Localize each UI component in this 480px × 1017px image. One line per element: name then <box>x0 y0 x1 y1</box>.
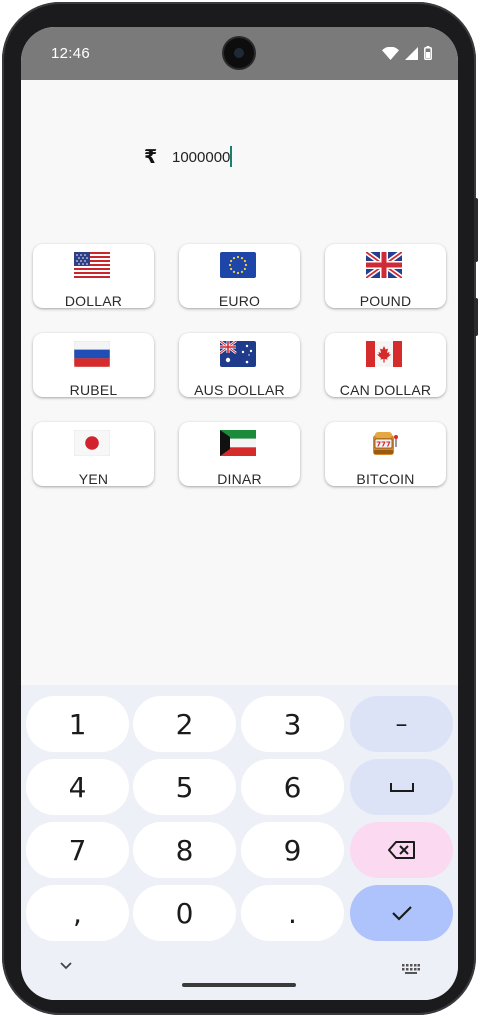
currency-card-bitcoin[interactable]: 777 BITCOIN <box>325 422 446 487</box>
wifi-icon <box>382 46 399 60</box>
check-icon <box>391 906 412 921</box>
key-8[interactable]: 8 <box>133 822 236 878</box>
key-backspace[interactable] <box>350 822 453 878</box>
status-bar: 12:46 <box>21 27 458 80</box>
currency-label: DINAR <box>217 471 262 487</box>
backspace-icon <box>387 841 415 859</box>
key-4[interactable]: 4 <box>26 759 129 815</box>
status-time: 12:46 <box>51 45 91 62</box>
key-minus[interactable]: – <box>350 696 453 752</box>
key-6[interactable]: 6 <box>241 759 344 815</box>
power-button <box>474 298 478 336</box>
kuwait-flag-icon <box>220 430 256 456</box>
currency-label: EURO <box>218 293 261 309</box>
currency-card-pound[interactable]: POUND <box>325 244 446 309</box>
japan-flag-icon <box>74 430 110 456</box>
battery-icon <box>424 46 432 60</box>
space-icon <box>389 783 414 792</box>
slot-machine-icon: 777 <box>373 432 398 455</box>
australia-flag-icon <box>220 341 256 367</box>
phone-frame: 12:46 ₹ 1000000 DOLLAR EURO POUND RUBEL … <box>2 2 478 1015</box>
navigation-handle[interactable] <box>182 983 296 987</box>
currency-card-can-dollar[interactable]: CAN DOLLAR <box>325 333 446 398</box>
front-camera <box>224 38 254 68</box>
russia-flag-icon <box>74 341 110 367</box>
rupee-symbol: ₹ <box>144 146 158 168</box>
text-cursor <box>230 146 232 167</box>
key-done[interactable] <box>350 885 453 941</box>
currency-card-aus-dollar[interactable]: AUS DOLLAR <box>179 333 300 398</box>
currency-label: AUS DOLLAR <box>194 382 285 398</box>
key-3[interactable]: 3 <box>241 696 344 752</box>
currency-label: RUBEL <box>69 382 118 398</box>
key-9[interactable]: 9 <box>241 822 344 878</box>
svg-text:777: 777 <box>376 441 391 449</box>
currency-label: BITCOIN <box>356 471 415 487</box>
currency-card-dollar[interactable]: DOLLAR <box>33 244 154 309</box>
key-2[interactable]: 2 <box>133 696 236 752</box>
key-7[interactable]: 7 <box>26 822 129 878</box>
currency-label: POUND <box>359 293 412 309</box>
currency-card-yen[interactable]: YEN <box>33 422 154 487</box>
key-space[interactable] <box>350 759 453 815</box>
currency-card-euro[interactable]: EURO <box>179 244 300 309</box>
app-screen: 12:46 ₹ 1000000 DOLLAR EURO POUND RUBEL … <box>21 27 458 1000</box>
currency-label: DOLLAR <box>64 293 123 309</box>
status-icons <box>382 45 432 61</box>
key-period[interactable]: . <box>241 885 344 941</box>
numeric-keyboard: 1 2 3 – 4 5 6 7 8 9 , 0 . <box>21 685 458 1000</box>
us-flag-icon <box>74 252 110 278</box>
chevron-down-icon[interactable] <box>59 961 73 971</box>
key-5[interactable]: 5 <box>133 759 236 815</box>
key-comma[interactable]: , <box>26 885 129 941</box>
keyboard-switch-icon[interactable] <box>402 964 420 974</box>
amount-row: ₹ <box>144 145 292 169</box>
currency-label: CAN DOLLAR <box>339 382 432 398</box>
amount-input[interactable] <box>172 148 292 166</box>
currency-card-dinar[interactable]: DINAR <box>179 422 300 487</box>
currency-label: YEN <box>78 471 109 487</box>
key-1[interactable]: 1 <box>26 696 129 752</box>
currency-card-rubel[interactable]: RUBEL <box>33 333 154 398</box>
canada-flag-icon <box>366 341 402 367</box>
uk-flag-icon <box>366 252 402 278</box>
volume-button <box>474 198 478 262</box>
key-0[interactable]: 0 <box>133 885 236 941</box>
signal-icon <box>405 46 418 60</box>
eu-flag-icon <box>220 252 256 278</box>
